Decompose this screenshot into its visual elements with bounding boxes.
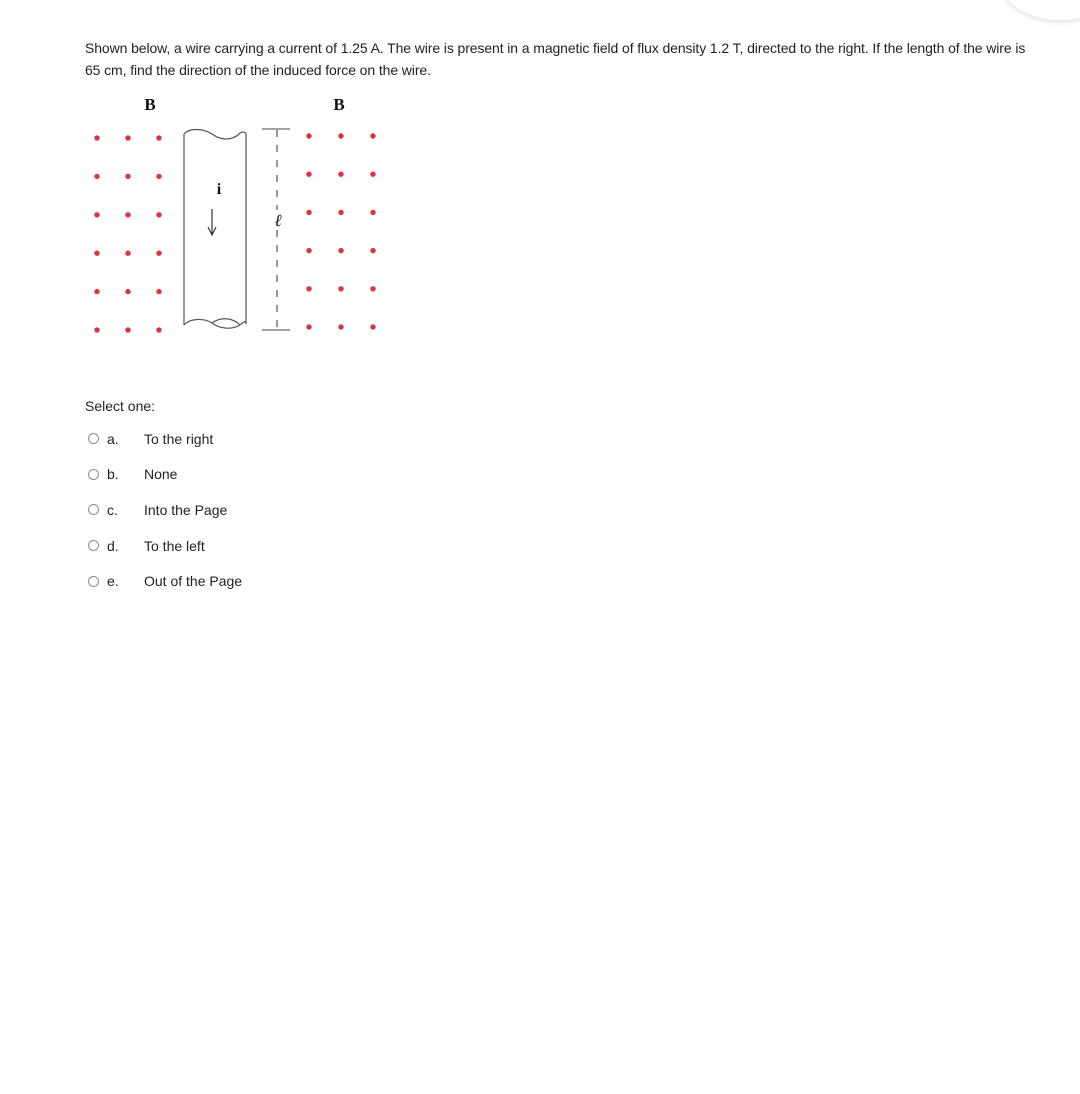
field-dots-left (94, 135, 162, 333)
field-dot-icon (306, 171, 312, 177)
current-arrow-icon (207, 209, 217, 237)
field-dots-right (306, 133, 376, 330)
radio-button[interactable] (88, 468, 99, 480)
field-dot-icon (306, 209, 312, 216)
field-dot-icon (370, 133, 376, 139)
field-dot-icon (94, 288, 100, 295)
radio-button[interactable] (88, 540, 99, 552)
option-letter: c. (107, 501, 118, 518)
field-dot-icon (338, 324, 344, 330)
field-dot-icon (306, 133, 312, 139)
corner-decoration (1000, 0, 1080, 20)
field-dot-icon (94, 250, 100, 256)
option-label: To the left (144, 537, 205, 554)
field-dot-icon (338, 133, 344, 139)
field-dot-icon (370, 324, 376, 330)
radio-button[interactable] (88, 575, 99, 587)
field-dot-icon (306, 247, 312, 254)
field-dot-icon (338, 209, 344, 216)
field-dot-icon (94, 173, 100, 180)
field-dot-icon (338, 286, 344, 292)
field-dot-icon (306, 324, 312, 330)
answer-options: a. To the right b. None c. Into the Page… (88, 421, 242, 599)
radio-button[interactable] (88, 504, 99, 516)
field-dot-icon (125, 173, 131, 180)
option-letter: b. (107, 466, 119, 483)
select-one-label: Select one: (85, 398, 156, 414)
magnetic-field-figure: B B i ℓ (94, 95, 376, 333)
option-letter: a. (107, 430, 119, 447)
field-dot-icon (156, 250, 162, 256)
field-dot-icon (125, 135, 131, 141)
option-label: Into the Page (144, 501, 228, 518)
field-dot-icon (125, 327, 131, 333)
field-dot-icon (156, 173, 162, 180)
option-c[interactable]: c. Into the Page (88, 492, 242, 528)
radio-button[interactable] (88, 433, 99, 445)
option-e[interactable]: e. Out of the Page (88, 563, 242, 599)
field-dot-icon (370, 209, 376, 216)
question-text: Shown below, a wire carrying a current o… (85, 40, 1026, 78)
option-label: Out of the Page (144, 573, 243, 590)
field-dot-icon (94, 212, 100, 218)
field-dot-icon (125, 250, 131, 256)
length-label: ℓ (274, 211, 281, 230)
current-label: i (217, 181, 222, 198)
field-dot-icon (370, 286, 376, 292)
field-dot-icon (156, 212, 162, 218)
option-a[interactable]: a. To the right (88, 421, 242, 457)
field-dot-icon (156, 288, 162, 295)
field-dot-icon (370, 247, 376, 254)
field-dot-icon (156, 327, 162, 333)
field-dot-icon (125, 288, 131, 295)
field-dot-icon (338, 171, 344, 177)
field-dot-icon (338, 247, 344, 254)
field-dot-icon (125, 212, 131, 218)
field-dot-icon (94, 327, 100, 333)
option-b[interactable]: b. None (88, 457, 242, 493)
option-d[interactable]: d. To the left (88, 528, 242, 564)
option-letter: e. (107, 573, 119, 590)
field-label-right: B (333, 95, 344, 114)
field-dot-icon (306, 286, 312, 292)
option-label: None (144, 466, 178, 483)
option-letter: d. (107, 537, 119, 554)
field-dot-icon (370, 171, 376, 177)
field-label-left: B (144, 95, 155, 114)
option-label: To the right (144, 430, 214, 447)
field-dot-icon (94, 135, 100, 141)
field-dot-icon (156, 135, 162, 141)
